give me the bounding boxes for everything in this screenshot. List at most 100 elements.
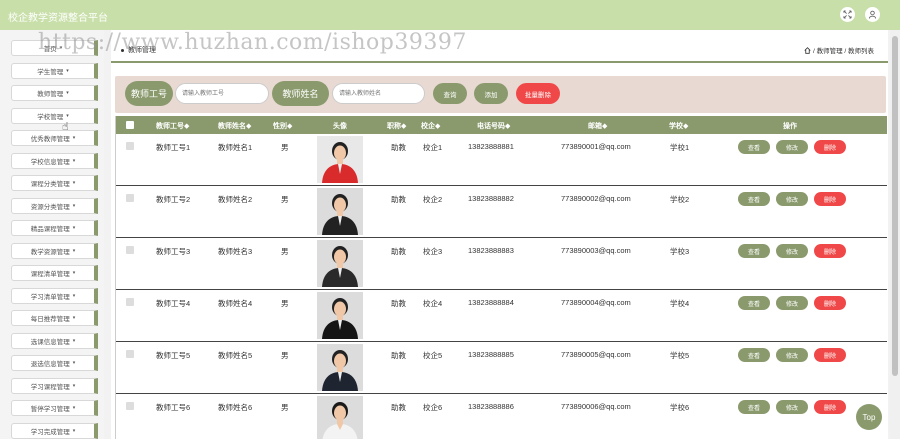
- add-button[interactable]: 添加: [474, 83, 508, 104]
- user-icon[interactable]: [865, 7, 880, 22]
- edit-button[interactable]: 修改: [776, 192, 808, 206]
- top-bar: 校企教学资源整合平台: [0, 0, 900, 30]
- query-button[interactable]: 查询: [433, 83, 467, 104]
- sidebar-item[interactable]: 学生管理 ▾: [11, 62, 98, 79]
- header-avatar: 头像: [333, 123, 347, 130]
- row-checkbox[interactable]: [126, 402, 134, 410]
- sidebar-item[interactable]: 资源分类管理 ▾: [11, 197, 98, 214]
- view-button[interactable]: 查看: [738, 296, 770, 310]
- chevron-down-icon: ▾: [72, 270, 76, 276]
- header-school[interactable]: 学校◆: [669, 121, 688, 131]
- sidebar-item[interactable]: 精品课程管理 ▾: [11, 220, 98, 236]
- cell-title: 助教: [391, 143, 406, 152]
- row-checkbox[interactable]: [126, 194, 134, 202]
- delete-button[interactable]: 删除: [814, 400, 846, 414]
- sidebar-item[interactable]: 首页 ▾: [11, 40, 98, 56]
- edit-button[interactable]: 修改: [776, 296, 808, 310]
- row-checkbox[interactable]: [126, 350, 134, 358]
- chevron-down-icon: ▾: [72, 247, 76, 254]
- sidebar-item[interactable]: 教师管理 ▾: [11, 85, 98, 101]
- header-phone[interactable]: 电话号码◆: [477, 121, 510, 131]
- table-row: 教师工号2 教师姓名2 男 助教 校企2 13823888882 773890002@qq.…: [116, 186, 887, 238]
- edit-button[interactable]: 修改: [776, 244, 808, 258]
- batch-delete-button[interactable]: 批量删除: [516, 83, 560, 104]
- table-row: 教师工号3 教师姓名3 男 助教 校企3 13823888883 773890003@qq.…: [116, 238, 887, 290]
- cell-teacher-name: 教师姓名1: [218, 143, 253, 152]
- teacher-avatar: [317, 136, 363, 183]
- cell-title: 助教: [391, 403, 406, 412]
- back-to-top-button[interactable]: Top: [856, 404, 882, 430]
- cell-campus: 校企6: [423, 403, 443, 412]
- edit-button[interactable]: 修改: [776, 140, 808, 154]
- select-all-checkbox[interactable]: [126, 121, 134, 129]
- sidebar-item[interactable]: 学校信息管理 ▾: [11, 152, 98, 169]
- sidebar-item[interactable]: 暂停学习管理 ▾: [11, 400, 98, 416]
- view-button[interactable]: 查看: [738, 140, 770, 154]
- sidebar-item-label: 优秀教师管理: [30, 136, 70, 143]
- chevron-down-icon: ▾: [72, 337, 76, 344]
- header-campus[interactable]: 校企◆: [421, 121, 440, 131]
- delete-button[interactable]: 删除: [814, 244, 846, 258]
- sidebar-item[interactable]: 每日推荐管理 ▾: [11, 310, 98, 326]
- sidebar-item[interactable]: 学校管理 ▾: [11, 107, 98, 124]
- fullscreen-icon[interactable]: [840, 7, 855, 22]
- chevron-down-icon: ▾: [66, 112, 69, 119]
- sidebar-item[interactable]: 学习清单管理 ▾: [11, 287, 98, 304]
- cell-gender: 男: [281, 351, 289, 360]
- edit-button[interactable]: 修改: [776, 400, 808, 414]
- row-checkbox[interactable]: [126, 142, 134, 150]
- sidebar-item[interactable]: 学习完成管理 ▾: [11, 422, 98, 439]
- scrollbar-thumb[interactable]: [892, 36, 898, 376]
- cell-email: 773890001@qq.com: [561, 142, 631, 151]
- teacher-no-input[interactable]: [175, 83, 269, 104]
- cell-teacher-no: 教师工号5: [156, 351, 191, 360]
- sidebar-item[interactable]: 学习课程管理 ▾: [11, 377, 98, 394]
- delete-button[interactable]: 删除: [814, 192, 846, 206]
- cell-campus: 校企5: [423, 351, 443, 360]
- sidebar-item[interactable]: 课程清单管理 ▾: [11, 265, 98, 281]
- delete-button[interactable]: 删除: [814, 296, 846, 310]
- teacher-avatar: [317, 292, 363, 339]
- table-row: 教师工号6 教师姓名6 男 助教 校企6 13823888886 773890006@qq.…: [116, 394, 887, 439]
- delete-button[interactable]: 删除: [814, 140, 846, 154]
- header-email[interactable]: 邮箱◆: [588, 121, 607, 131]
- cell-email: 773890005@qq.com: [561, 350, 631, 359]
- teacher-name-label: 教师姓名: [272, 81, 329, 106]
- home-icon[interactable]: [804, 47, 811, 54]
- teacher-name-input[interactable]: [332, 83, 425, 104]
- sidebar-item-label: 课程清单管理: [30, 271, 70, 278]
- cell-gender: 男: [281, 143, 289, 152]
- edit-button[interactable]: 修改: [776, 348, 808, 362]
- sidebar-item[interactable]: 课程分类管理 ▾: [11, 175, 98, 191]
- cell-gender: 男: [281, 403, 289, 412]
- cell-teacher-name: 教师姓名6: [218, 403, 253, 412]
- mouse-cursor-icon: ☝: [62, 121, 69, 133]
- teacher-avatar: [317, 188, 363, 235]
- sidebar-item-label: 精品课程管理: [30, 226, 70, 233]
- view-button[interactable]: 查看: [738, 348, 770, 362]
- row-checkbox[interactable]: [126, 298, 134, 306]
- sidebar-item[interactable]: 教学资源管理 ▾: [11, 242, 98, 259]
- sidebar-item[interactable]: 选课信息管理 ▾: [11, 332, 98, 349]
- chevron-down-icon: ▾: [72, 157, 76, 164]
- chevron-down-icon: ▾: [66, 67, 69, 74]
- breadcrumb-path[interactable]: / 教师管理 / 教师列表: [813, 48, 874, 55]
- cell-school: 学校6: [670, 403, 690, 412]
- sidebar-item[interactable]: 退选信息管理 ▾: [11, 355, 98, 371]
- delete-button[interactable]: 删除: [814, 348, 846, 362]
- view-button[interactable]: 查看: [738, 244, 770, 258]
- header-operations: 操作: [783, 123, 797, 130]
- sidebar-item-label: 学习清单管理: [30, 293, 70, 301]
- header-gender[interactable]: 性别◆: [273, 121, 292, 131]
- header-teacher-no[interactable]: 教师工号◆: [156, 121, 189, 131]
- sidebar-item[interactable]: 优秀教师管理 ▾: [11, 130, 98, 146]
- sidebar-item-label: 首页: [43, 46, 57, 53]
- view-button[interactable]: 查看: [738, 400, 770, 414]
- row-checkbox[interactable]: [126, 246, 134, 254]
- view-button[interactable]: 查看: [738, 192, 770, 206]
- header-teacher-name[interactable]: 教师姓名◆: [218, 121, 251, 131]
- cell-teacher-no: 教师工号2: [156, 195, 191, 204]
- cell-phone: 13823888884: [468, 298, 514, 307]
- header-title[interactable]: 职称◆: [387, 121, 406, 131]
- page-scrollbar[interactable]: [890, 30, 900, 439]
